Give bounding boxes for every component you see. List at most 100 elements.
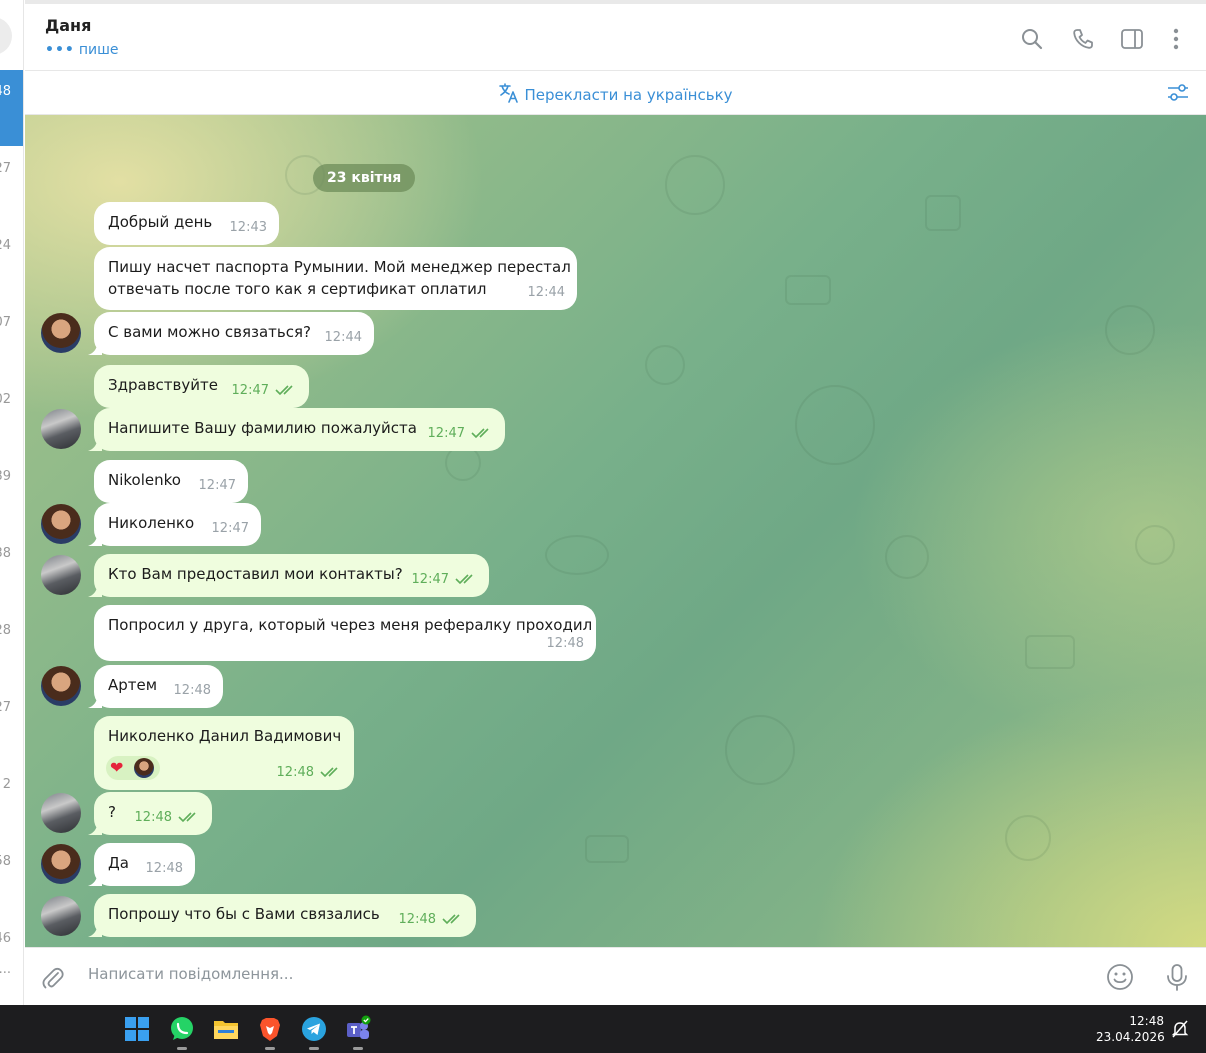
message-bubble[interactable]: С вами можно связаться? 12:44 — [88, 312, 374, 355]
message-meta: 12:47 — [232, 380, 297, 402]
running-indicator — [309, 1047, 319, 1050]
contact-avatar[interactable] — [41, 313, 81, 353]
message-time: 12:47 — [198, 478, 236, 493]
chat-header: Даня ••• пише — [25, 0, 1206, 71]
message-time: 12:48 — [276, 765, 314, 780]
message-text: Напишите Вашу фамилию пожалуйста — [108, 419, 417, 437]
selected-chat-highlight[interactable] — [0, 70, 23, 146]
wallpaper-doodle — [1025, 635, 1075, 669]
message-bubble[interactable]: Николенко Данил Вадимович ❤ 12:48 — [94, 716, 354, 790]
message-bubble[interactable]: Кто Вам предоставил мои контакты? 12:47 — [88, 554, 489, 597]
message-bubble[interactable]: Nikolenko 12:47 — [94, 460, 248, 503]
reactor-avatar — [134, 758, 154, 778]
translate-button[interactable]: Перекласти на українську — [25, 82, 1206, 104]
whatsapp-icon[interactable] — [168, 1015, 196, 1050]
message-time: 12:48 — [398, 912, 436, 927]
message-input[interactable]: Написати повідомлення... — [88, 965, 293, 983]
search-icon[interactable] — [1019, 26, 1045, 52]
contact-avatar[interactable] — [41, 504, 81, 544]
chat-counter: 2 — [2, 777, 11, 792]
chat-counter: 27 — [0, 700, 11, 715]
wallpaper-doodle — [725, 715, 795, 785]
message-bubble[interactable]: Здравствуйте 12:47 — [94, 365, 309, 408]
file-explorer-icon[interactable] — [212, 1015, 240, 1043]
message-bubble[interactable]: Попрошу что бы с Вами связались 12:48 — [88, 894, 476, 937]
typing-dots: ••• — [45, 42, 75, 58]
translate-label: Перекласти на українську — [524, 86, 733, 104]
chat-counter: 58 — [0, 854, 11, 869]
my-avatar[interactable] — [41, 409, 81, 449]
contact-avatar[interactable] — [41, 666, 81, 706]
my-avatar[interactable] — [41, 793, 81, 833]
message-text: Да — [108, 854, 129, 872]
message-meta: 12:47 — [412, 569, 477, 591]
double-check-icon — [455, 574, 473, 585]
message-bubble[interactable]: Напишите Вашу фамилию пожалуйста 12:47 — [88, 408, 505, 451]
message-meta: 12:48 — [277, 762, 342, 784]
contact-avatar[interactable] — [41, 844, 81, 884]
message-text: Добрый день — [108, 213, 213, 231]
message-bubble[interactable]: Артем 12:48 — [88, 665, 223, 708]
notifications-icon[interactable] — [1170, 1019, 1190, 1039]
clock-date[interactable]: 23.04.2026 — [1096, 1030, 1165, 1044]
message-bubble[interactable]: Да 12:48 — [88, 843, 195, 886]
chat-counter: ... — [0, 962, 11, 977]
my-avatar[interactable] — [41, 555, 81, 595]
message-text: Кто Вам предоставил мои контакты? — [108, 565, 403, 583]
message-text: Николенко — [108, 514, 195, 532]
double-check-icon — [471, 428, 489, 439]
message-composer: Написати повідомлення... — [25, 947, 1206, 1005]
message-bubble[interactable]: Добрый день 12:43 — [94, 202, 279, 245]
partial-avatar[interactable] — [0, 17, 12, 55]
windows-start-icon[interactable] — [123, 1015, 151, 1043]
message-time: 12:48 — [173, 683, 211, 698]
chat-counter: 27 — [0, 161, 11, 176]
message-bubble[interactable]: Пишу насчет паспорта Румынии. Мой менедж… — [94, 247, 577, 310]
messages-area[interactable]: 23 квітня Добрый день 12:43 Пишу насчет … — [25, 115, 1206, 947]
running-indicator — [353, 1047, 363, 1050]
heart-reaction-icon: ❤ — [110, 758, 124, 777]
message-bubble[interactable]: Николенко 12:47 — [88, 503, 261, 546]
translate-settings-icon[interactable] — [1166, 80, 1190, 104]
teams-icon[interactable] — [344, 1015, 372, 1050]
paperclip-icon[interactable] — [39, 964, 67, 992]
message-text: Nikolenko — [108, 471, 181, 489]
message-text: ? — [108, 803, 116, 821]
brave-browser-icon[interactable] — [256, 1015, 284, 1050]
message-text: Пишу насчет паспорта Румынии. Мой менедж… — [108, 258, 571, 276]
message-text: Николенко Данил Вадимович — [108, 727, 342, 745]
message-text: Попросил у друга, который через меня реф… — [108, 616, 593, 634]
message-meta: 12:48 — [399, 909, 464, 931]
message-meta: 12:48 — [135, 807, 200, 829]
phone-icon[interactable] — [1070, 26, 1096, 52]
bubble-tail — [88, 341, 102, 355]
message-time: 12:48 — [134, 810, 172, 825]
translate-icon — [499, 83, 519, 103]
double-check-icon — [275, 385, 293, 396]
message-bubble[interactable]: Попросил у друга, который через меня реф… — [94, 605, 596, 661]
sidebar-toggle-icon[interactable] — [1119, 26, 1145, 52]
message-bubble[interactable]: ? 12:48 — [88, 792, 212, 835]
running-indicator — [265, 1047, 275, 1050]
my-avatar[interactable] — [41, 896, 81, 936]
chat-counter: 39 — [0, 469, 11, 484]
bubble-tail — [88, 437, 102, 451]
translate-bar: Перекласти на українську — [25, 71, 1206, 115]
double-check-icon — [442, 914, 460, 925]
message-time: 12:44 — [324, 330, 362, 345]
wallpaper-doodle — [885, 535, 929, 579]
emoji-icon[interactable] — [1105, 962, 1135, 992]
telegram-window: 48 27 24 07 02 39 38 28 27 2 58 46 ... Д… — [0, 0, 1206, 1053]
chat-counter: 46 — [0, 931, 11, 946]
running-indicator — [177, 1047, 187, 1050]
wallpaper-doodle — [545, 535, 609, 575]
clock-time[interactable]: 12:48 — [1120, 1014, 1164, 1028]
bubble-tail — [88, 583, 102, 597]
wallpaper-doodle — [795, 385, 875, 465]
chat-title[interactable]: Даня — [45, 16, 91, 35]
microphone-icon[interactable] — [1163, 962, 1191, 992]
more-options-icon[interactable] — [1163, 26, 1189, 52]
double-check-icon — [320, 767, 338, 778]
reaction-chip[interactable]: ❤ — [106, 756, 160, 780]
telegram-icon[interactable] — [300, 1015, 328, 1050]
